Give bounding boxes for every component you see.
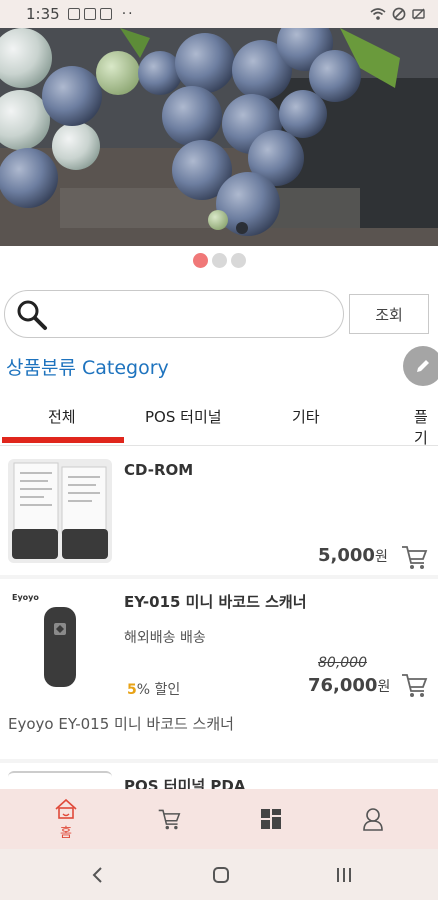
bottom-nav: 홈 (0, 789, 438, 849)
banner-carousel[interactable] (0, 28, 438, 246)
status-time: 1:35 (26, 5, 60, 23)
currency-label: 원 (377, 679, 391, 695)
product-list: CD-ROM 5,000원 Eyoyo EY-015 미니 바코드 스캐너 해외… (0, 447, 438, 789)
currency-label: 원 (374, 549, 388, 565)
home-system-button[interactable] (207, 861, 235, 889)
original-price: 80,000 (318, 655, 367, 671)
wifi-icon (370, 8, 386, 20)
home-icon (55, 798, 77, 819)
search-button[interactable]: 조회 (349, 294, 429, 334)
system-status-icons (370, 7, 426, 21)
nav-category[interactable] (256, 789, 286, 849)
nav-cart[interactable] (152, 789, 186, 849)
add-to-cart-icon[interactable] (400, 543, 428, 571)
user-icon (363, 808, 383, 831)
active-tab-indicator (2, 437, 124, 443)
notification-icons: ·· (67, 6, 135, 22)
nav-home[interactable]: 홈 (44, 789, 88, 849)
discount-text: % 할인 (136, 682, 181, 698)
product-item[interactable]: POS 터미널 PDA (0, 763, 438, 789)
price-value: 5,000 (318, 545, 375, 566)
nav-home-label: 홈 (60, 825, 72, 841)
search-icon (17, 300, 47, 330)
battery-icon (412, 8, 425, 20)
recents-icon (337, 868, 351, 882)
tab-all[interactable]: 전체 (48, 406, 76, 427)
system-nav-bar (0, 849, 438, 900)
gallery-icon (83, 8, 96, 20)
shipping-label: 해외배송 배송 (124, 630, 206, 646)
nav-mypage[interactable] (358, 789, 388, 849)
receipt-printer-image (8, 459, 112, 563)
gallery-icon (67, 8, 80, 20)
discount-label: 5% 할인 (127, 679, 180, 699)
home-square-icon (213, 867, 229, 883)
status-bar: 1:35 ·· (0, 0, 438, 28)
search-box (4, 290, 344, 338)
product-item[interactable]: CD-ROM 5,000원 (0, 447, 438, 575)
product-name: CD-ROM (124, 461, 194, 479)
product-name: EY-015 미니 바코드 스캐너 (124, 593, 307, 611)
do-not-disturb-icon (392, 7, 406, 21)
cart-icon (158, 809, 181, 830)
product-price: 76,000원 (308, 675, 390, 696)
discount-percent: 5 (127, 682, 137, 698)
product-thumbnail (8, 459, 112, 563)
back-button[interactable] (84, 861, 112, 889)
product-price: 5,000원 (318, 545, 388, 566)
search-input[interactable] (55, 299, 335, 329)
edit-fab-button[interactable] (403, 346, 438, 386)
keyboard-icon (99, 8, 112, 20)
banner-image (0, 28, 438, 246)
barcode-scanner-image (44, 607, 76, 687)
carousel-dot[interactable] (230, 253, 246, 268)
recents-button[interactable] (330, 861, 358, 889)
thumbnail-brand: Eyoyo (12, 593, 39, 602)
product-description: Eyoyo EY-015 미니 바코드 스캐너 (8, 715, 234, 733)
carousel-dot[interactable] (211, 253, 227, 268)
product-thumbnail: Eyoyo (8, 589, 112, 693)
product-name: POS 터미널 PDA (124, 777, 246, 789)
grid-icon (261, 809, 281, 829)
back-icon (92, 867, 102, 883)
product-thumbnail (8, 771, 112, 789)
carousel-dot[interactable] (192, 253, 208, 268)
tab-etc[interactable]: 기타 (292, 406, 320, 427)
category-title: 상품분류 Category (6, 357, 169, 379)
tab-more[interactable]: 플기 (414, 406, 438, 448)
product-item[interactable]: Eyoyo EY-015 미니 바코드 스캐너 해외배송 배송 80,000 7… (0, 579, 438, 759)
price-value: 76,000 (308, 675, 378, 696)
pencil-icon (417, 360, 429, 372)
add-to-cart-icon[interactable] (400, 671, 428, 699)
more-notifications-icon: ·· (121, 6, 135, 22)
carousel-indicators (0, 253, 438, 268)
tab-pos-terminal[interactable]: POS 터미널 (145, 406, 222, 427)
